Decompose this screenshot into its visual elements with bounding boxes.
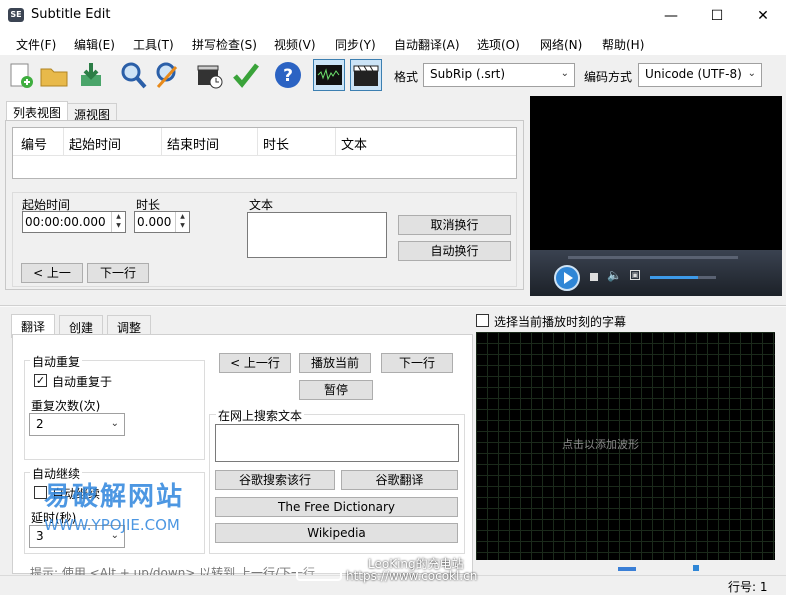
waveform-scroll-area[interactable]: [476, 563, 775, 573]
watermark-credit-2: https://www.cocokl.cn: [346, 569, 478, 583]
maximize-button[interactable]: ☐: [694, 0, 740, 31]
app-icon: SE: [8, 8, 24, 22]
menu-spellcheck[interactable]: 拼写检查(S): [192, 36, 257, 53]
free-dictionary-button[interactable]: The Free Dictionary: [215, 497, 458, 517]
volume-slider[interactable]: [650, 276, 716, 279]
close-button[interactable]: ✕: [740, 0, 786, 31]
search-text-input[interactable]: [215, 424, 459, 462]
video-toggle-icon[interactable]: [350, 59, 382, 91]
search-icon[interactable]: [117, 59, 149, 91]
repeat-count-label: 重复次数(次): [31, 399, 101, 413]
auto-repeat-checkbox[interactable]: ✓: [34, 374, 47, 387]
delay-value: 3: [36, 529, 44, 543]
autobreak-button[interactable]: 自动换行: [398, 241, 511, 261]
menu-bar: 文件(F) 编辑(E) 工具(T) 拼写检查(S) 视频(V) 同步(Y) 自动…: [0, 31, 786, 55]
col-start-time[interactable]: 起始时间: [69, 134, 121, 153]
google-search-button[interactable]: 谷歌搜索该行: [215, 470, 335, 490]
start-time-input[interactable]: 00:00:00.000 ▲ ▼: [22, 211, 126, 233]
checkmark-icon[interactable]: [230, 59, 262, 91]
svg-text:?: ?: [283, 66, 293, 86]
unbreak-button[interactable]: 取消换行: [398, 215, 511, 235]
menu-sync[interactable]: 同步(Y): [335, 36, 376, 53]
waveform-marker[interactable]: [693, 565, 699, 571]
duration-input[interactable]: 0.000 ▲ ▼: [134, 211, 190, 233]
window-title: Subtitle Edit: [31, 7, 111, 22]
replace-icon[interactable]: [152, 59, 184, 91]
start-time-spinner[interactable]: ▲ ▼: [111, 212, 125, 232]
start-time-value: 00:00:00.000: [25, 215, 106, 229]
watermark-site-url: WWW.YPOJIE.COM: [44, 516, 180, 534]
format-select[interactable]: SubRip (.srt) ⌄: [423, 63, 575, 87]
google-translate-button[interactable]: 谷歌翻译: [341, 470, 458, 490]
translate-next-button[interactable]: 下一行: [381, 353, 453, 373]
chevron-down-icon: ⌄: [110, 418, 119, 429]
col-duration[interactable]: 时长: [263, 134, 289, 153]
waveform-add-hint: 点击以添加波形: [562, 438, 639, 451]
menu-autotranslate[interactable]: 自动翻译(A): [394, 36, 460, 53]
splitter[interactable]: [0, 305, 786, 307]
seek-bar[interactable]: [568, 256, 738, 259]
watermark-site-cn: 易破解网站: [44, 482, 185, 512]
video-player[interactable]: 🔈 ▣: [530, 96, 782, 296]
col-end-time[interactable]: 结束时间: [167, 134, 219, 153]
menu-file[interactable]: 文件(F): [16, 36, 56, 53]
menu-edit[interactable]: 编辑(E): [74, 36, 115, 53]
search-online-label: 在网上搜索文本: [216, 407, 305, 424]
menu-options[interactable]: 选项(O): [477, 36, 520, 53]
chevron-down-icon: ⌄: [560, 68, 569, 79]
auto-repeat-label: 自动重复: [30, 353, 83, 370]
waveform-zoom-thumb[interactable]: [618, 567, 636, 571]
format-label: 格式: [394, 70, 419, 84]
waveform-toggle-icon[interactable]: [313, 59, 345, 91]
encoding-value: Unicode (UTF-8): [645, 67, 742, 81]
duration-value: 0.000: [137, 215, 172, 229]
help-icon[interactable]: ?: [272, 59, 304, 91]
wikipedia-button[interactable]: Wikipedia: [215, 523, 458, 543]
repeat-count-select[interactable]: 2 ⌄: [29, 413, 125, 436]
format-value: SubRip (.srt): [430, 67, 506, 81]
save-download-icon[interactable]: [75, 59, 107, 91]
clapperboard-clock-icon[interactable]: [193, 59, 225, 91]
prev-line-button[interactable]: < 上一: [21, 263, 83, 283]
toolbar: ? 格式 SubRip (.srt) ⌄ 编码方式 Unicode (UTF-8…: [0, 55, 786, 97]
menu-network[interactable]: 网络(N): [540, 36, 582, 53]
fullscreen-icon[interactable]: ▣: [630, 270, 640, 280]
auto-repeat-on-label: 自动重复于: [52, 375, 113, 389]
translate-prev-button[interactable]: < 上一行: [219, 353, 291, 373]
col-text[interactable]: 文本: [341, 134, 367, 153]
subtitle-text-input[interactable]: [247, 212, 387, 258]
col-number[interactable]: 编号: [21, 134, 47, 153]
encoding-select[interactable]: Unicode (UTF-8) ⌄: [638, 63, 762, 87]
watermark-logo: [296, 561, 342, 581]
pause-button[interactable]: 暂停: [299, 380, 373, 400]
duration-spinner[interactable]: ▲ ▼: [175, 212, 189, 232]
repeat-count-value: 2: [36, 417, 44, 431]
menu-help[interactable]: 帮助(H): [602, 36, 644, 53]
subtitle-table[interactable]: 编号 起始时间 结束时间 时长 文本: [12, 127, 517, 179]
text-label: 文本: [249, 198, 274, 212]
waveform-panel[interactable]: 点击以添加波形: [476, 332, 775, 560]
open-folder-icon[interactable]: [38, 59, 70, 91]
title-bar: SE Subtitle Edit — ☐ ✕: [0, 0, 786, 31]
chevron-down-icon: ⌄: [747, 68, 756, 79]
volume-level: [650, 276, 698, 279]
menu-video[interactable]: 视频(V): [274, 36, 316, 53]
select-current-checkbox[interactable]: [476, 314, 489, 327]
table-header: 编号 起始时间 结束时间 时长 文本: [13, 128, 516, 156]
minimize-button[interactable]: —: [648, 0, 694, 31]
select-current-label: 选择当前播放时刻的字幕: [494, 315, 627, 329]
line-number-status: 行号: 1: [728, 580, 768, 594]
play-icon[interactable]: [554, 265, 580, 291]
menu-tools[interactable]: 工具(T): [133, 36, 174, 53]
encoding-label: 编码方式: [584, 70, 633, 84]
volume-icon[interactable]: 🔈: [607, 268, 622, 282]
player-controls: 🔈 ▣: [530, 250, 782, 296]
play-current-button[interactable]: 播放当前: [299, 353, 371, 373]
new-file-icon[interactable]: [4, 59, 36, 91]
next-line-button[interactable]: 下一行: [87, 263, 149, 283]
stop-icon[interactable]: [590, 273, 598, 281]
